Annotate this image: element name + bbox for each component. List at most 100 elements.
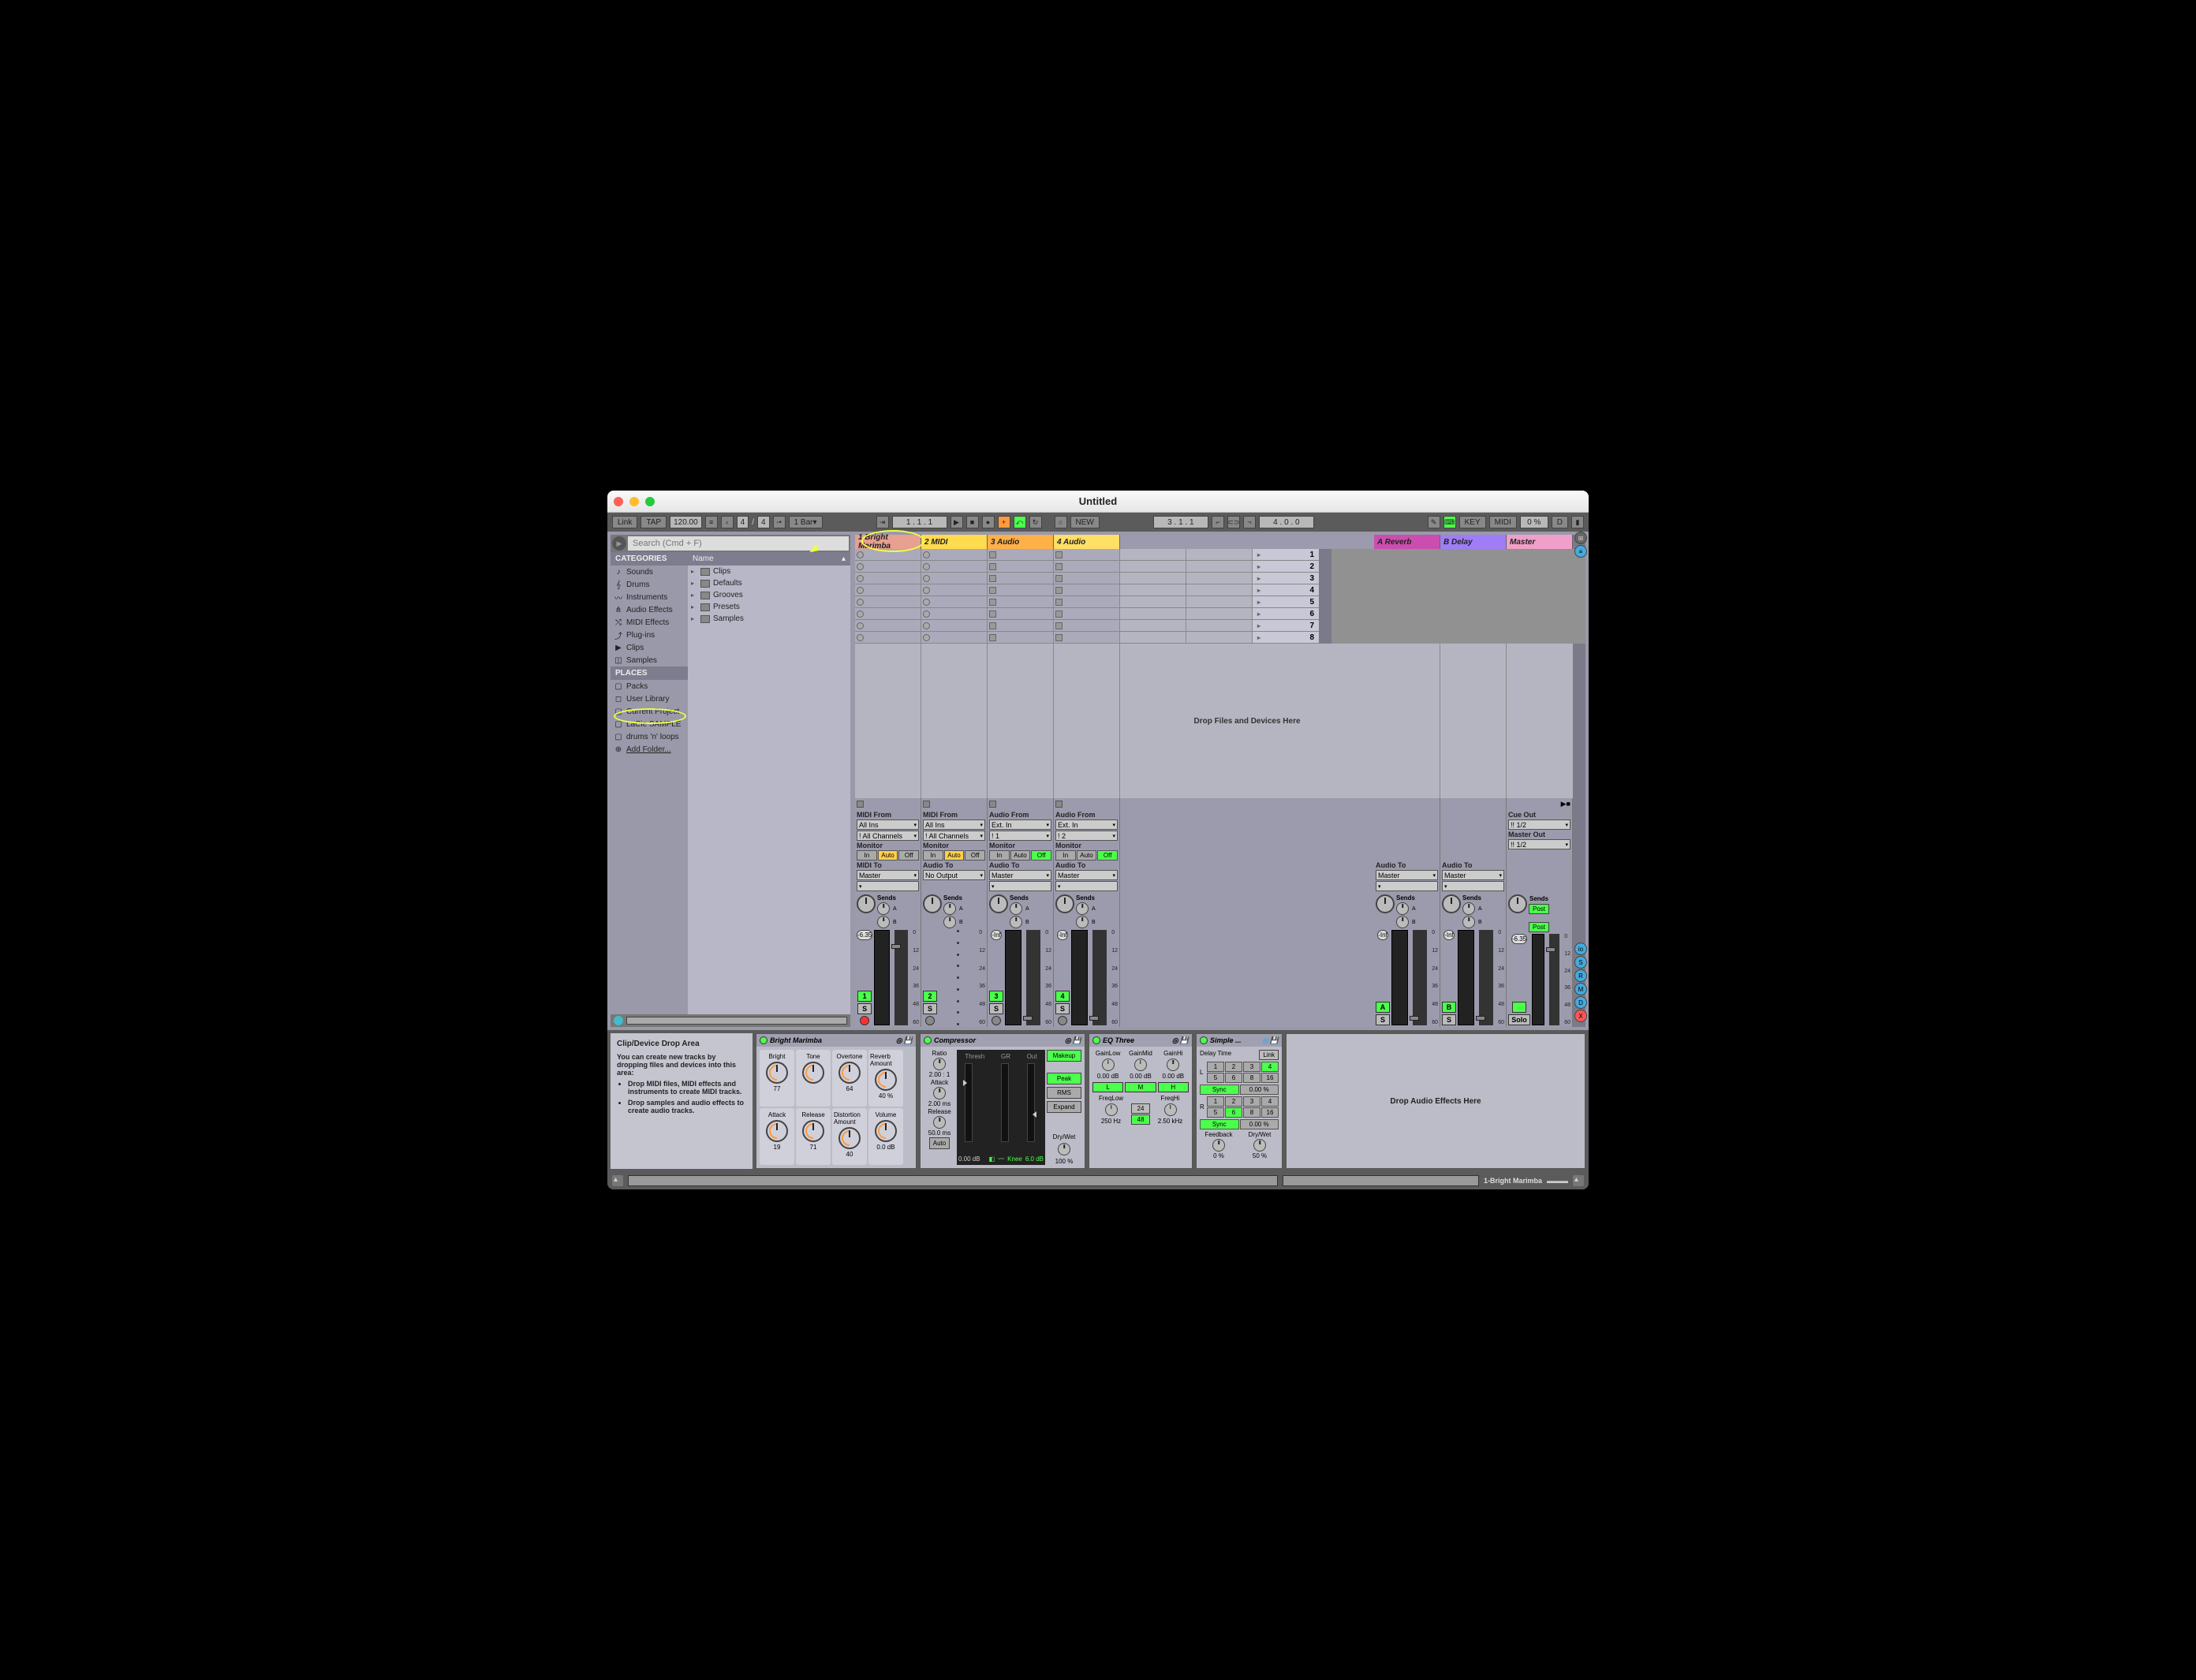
device-power-icon[interactable]	[1092, 1036, 1100, 1044]
output-channel-select[interactable]	[989, 881, 1051, 891]
solo-button[interactable]: Solo	[1508, 1014, 1530, 1025]
arm-button[interactable]	[992, 1016, 1001, 1025]
send-b-knob[interactable]	[1010, 916, 1022, 928]
clip-slot[interactable]	[988, 584, 1053, 596]
sends-toggle-icon[interactable]: S	[1574, 956, 1587, 969]
clip-slot[interactable]	[855, 549, 921, 561]
clip-stop-icon[interactable]	[923, 575, 930, 582]
punch-in-icon[interactable]: ⌐	[1212, 516, 1224, 528]
send-a-knob[interactable]	[1396, 902, 1409, 915]
send-a-knob[interactable]	[1462, 902, 1475, 915]
link-button[interactable]: Link	[612, 516, 637, 528]
output-channel-select[interactable]	[1055, 881, 1118, 891]
scene-play-icon[interactable]: ▸	[1257, 634, 1260, 641]
clip-slot[interactable]	[1054, 561, 1119, 573]
capture-icon[interactable]: ○	[1055, 516, 1067, 528]
clip-slot[interactable]	[921, 584, 987, 596]
scene-play-icon[interactable]: ▸	[1257, 610, 1260, 618]
monitor-auto-button[interactable]: Auto	[878, 850, 898, 861]
scene-play-icon[interactable]: ▸	[1257, 575, 1260, 582]
track-activator-button[interactable]: 2	[923, 991, 937, 1002]
clip-slot[interactable]	[988, 596, 1053, 608]
clip-slot[interactable]	[855, 632, 921, 644]
category-sounds[interactable]: ♪Sounds	[611, 566, 688, 578]
macro-knob[interactable]	[766, 1062, 788, 1084]
clip-stop-icon[interactable]	[1055, 563, 1063, 570]
volume-display[interactable]: -Inf	[1057, 930, 1068, 940]
delay-beat-button[interactable]: 5	[1207, 1107, 1224, 1118]
loop-icon[interactable]: ⊂⊃	[1227, 516, 1240, 528]
scene-launch[interactable]: ▸4	[1253, 584, 1319, 596]
pan-knob[interactable]	[1442, 894, 1461, 913]
output-select[interactable]: Master	[1055, 870, 1118, 880]
scene-launch[interactable]: ▸8	[1253, 632, 1319, 644]
scene-play-icon[interactable]: ▸	[1257, 551, 1260, 558]
clip-slot[interactable]	[855, 608, 921, 620]
output-channel-select[interactable]	[1442, 881, 1504, 891]
metronome-toggle-icon[interactable]: ◦•	[773, 516, 786, 528]
clip-stop-icon[interactable]	[1055, 610, 1063, 618]
expand-button[interactable]: Expand	[1047, 1101, 1081, 1113]
clip-stop-icon[interactable]	[923, 599, 930, 606]
output-select[interactable]: Master	[857, 870, 919, 880]
record-icon[interactable]: ●	[982, 516, 995, 528]
volume-fader[interactable]	[1092, 930, 1107, 1025]
track-activator-button[interactable]	[1512, 1002, 1526, 1013]
computer-midi-icon[interactable]: ⌨	[1443, 516, 1456, 528]
device-power-icon[interactable]	[924, 1036, 932, 1044]
category-instruments[interactable]: 〰Instruments	[611, 591, 688, 603]
clip-slot[interactable]	[921, 620, 987, 632]
return-track-header[interactable]: A Reverb	[1374, 535, 1440, 549]
clip-stop-icon[interactable]	[857, 634, 864, 641]
clip-slot[interactable]	[1054, 620, 1119, 632]
automation-arm-icon[interactable]: ⤺	[1014, 516, 1026, 528]
track-activator-button[interactable]: 1	[857, 991, 872, 1002]
delay-beat-button[interactable]: 3	[1243, 1062, 1260, 1072]
hot-swap-icon[interactable]: ◎	[1172, 1036, 1178, 1045]
slope-24-button[interactable]: 24	[1131, 1103, 1150, 1114]
arm-button[interactable]	[1058, 1016, 1067, 1025]
delay-beat-button[interactable]: 8	[1243, 1073, 1260, 1083]
clip-slot[interactable]	[988, 561, 1053, 573]
send-a-knob[interactable]	[877, 902, 890, 915]
folder-defaults[interactable]: ▸Defaults	[688, 577, 850, 589]
hi-kill-button[interactable]: H	[1158, 1082, 1189, 1092]
save-preset-icon[interactable]: 💾	[1180, 1036, 1189, 1045]
clip-stop-icon[interactable]	[1055, 587, 1063, 594]
metronome-icon[interactable]: ≡	[705, 516, 718, 528]
hot-swap-icon[interactable]: ◎	[1065, 1036, 1071, 1045]
folder-grooves[interactable]: ▸Grooves	[688, 589, 850, 601]
scene-launch[interactable]: ▸2	[1253, 561, 1319, 573]
clip-slot[interactable]	[1054, 573, 1119, 584]
clip-stop-icon[interactable]	[857, 575, 864, 582]
macro-knob[interactable]	[875, 1069, 897, 1091]
track-activator-button[interactable]: B	[1442, 1002, 1456, 1013]
draw-icon[interactable]: ✎	[1428, 516, 1440, 528]
device-power-icon[interactable]	[760, 1036, 767, 1044]
delay-beat-button[interactable]: 6	[1225, 1107, 1242, 1118]
clip-stop-icon[interactable]	[857, 599, 864, 606]
clip-stop-icon[interactable]	[1055, 622, 1063, 629]
solo-button[interactable]: S	[857, 1003, 872, 1014]
disclosure-icon[interactable]: ▸	[691, 592, 697, 599]
category-drums[interactable]: 𝄞Drums	[611, 578, 688, 591]
position-field[interactable]: 1 . 1 . 1	[892, 516, 947, 528]
disclosure-icon[interactable]: ▸	[691, 580, 697, 587]
scene-play-icon[interactable]: ▸	[1257, 622, 1260, 629]
minimize-icon[interactable]	[629, 497, 639, 506]
pan-knob[interactable]	[989, 894, 1008, 913]
sig-denominator[interactable]: 4	[757, 516, 770, 528]
input-channel-select[interactable]: ! 2	[1055, 831, 1118, 841]
scene-launch[interactable]: ▸7	[1253, 620, 1319, 632]
clip-stop-icon[interactable]	[857, 551, 864, 558]
track-activator-button[interactable]: A	[1376, 1002, 1390, 1013]
scene-launch[interactable]: ▸5	[1253, 596, 1319, 608]
delay-beat-button[interactable]: 6	[1225, 1073, 1242, 1083]
mid-kill-button[interactable]: M	[1125, 1082, 1156, 1092]
delay-beat-button[interactable]: 8	[1243, 1107, 1260, 1118]
attack-knob[interactable]	[933, 1087, 946, 1099]
stop-icon[interactable]: ■	[966, 516, 979, 528]
send-b-knob[interactable]	[943, 916, 956, 928]
folder-presets[interactable]: ▸Presets	[688, 601, 850, 613]
clip-stop-icon[interactable]	[923, 587, 930, 594]
